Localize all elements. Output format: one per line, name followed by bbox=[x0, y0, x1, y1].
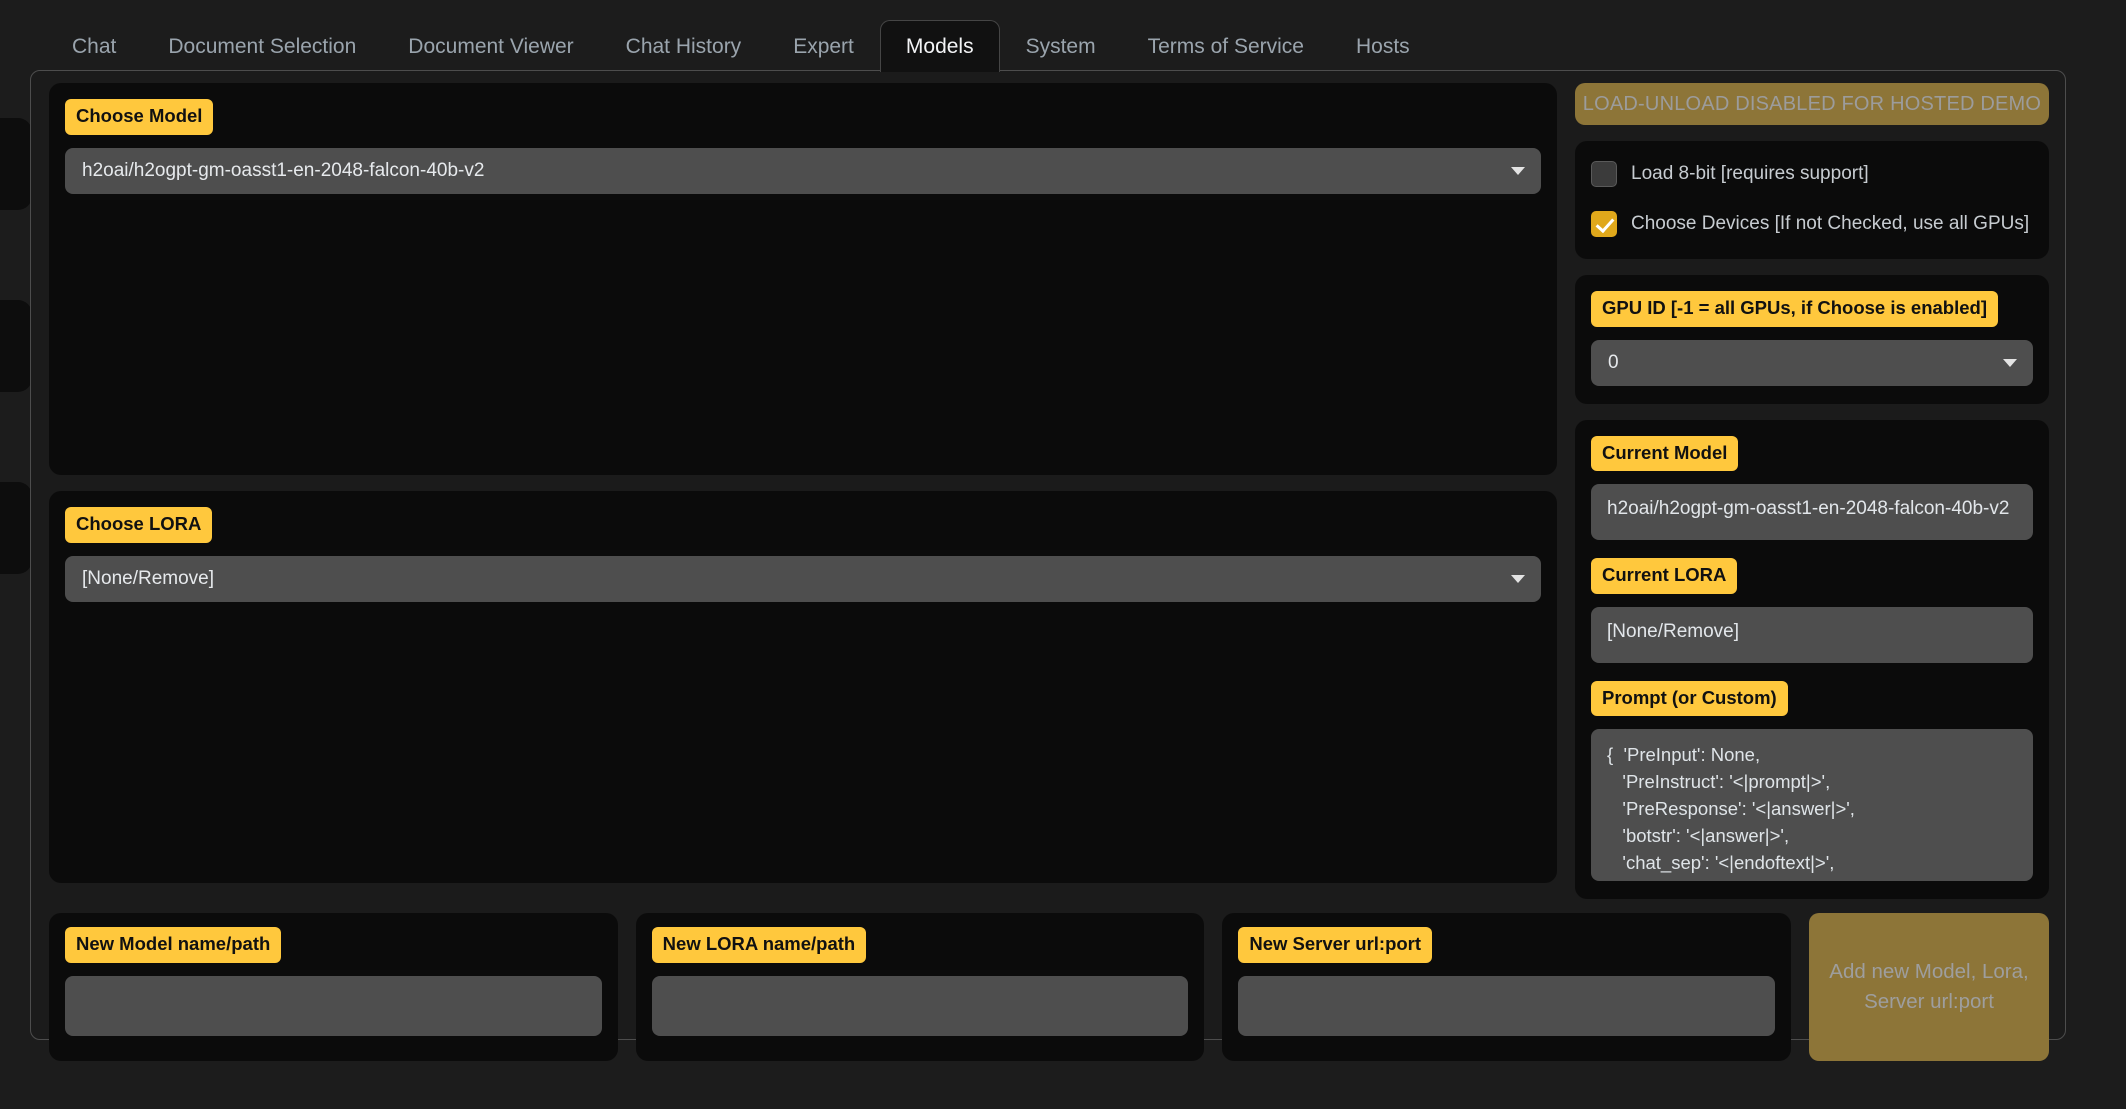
models-right-column: LOAD-UNLOAD DISABLED FOR HOSTED DEMO Loa… bbox=[1575, 83, 2049, 903]
choose-devices-label: Choose Devices [If not Checked, use all … bbox=[1631, 213, 2029, 235]
current-model-value: h2oai/h2ogpt-gm-oasst1-en-2048-falcon-40… bbox=[1591, 484, 2033, 540]
choose-devices-row[interactable]: Choose Devices [If not Checked, use all … bbox=[1591, 205, 2033, 243]
new-model-input[interactable] bbox=[65, 976, 602, 1036]
models-left-column: Choose Model h2oai/h2ogpt-gm-oasst1-en-2… bbox=[49, 83, 1557, 903]
current-lora-value: [None/Remove] bbox=[1591, 607, 2033, 663]
choose-lora-card: Choose LORA [None/Remove] bbox=[49, 491, 1557, 883]
current-state-card: Current Model h2oai/h2ogpt-gm-oasst1-en-… bbox=[1575, 420, 2049, 900]
new-server-card: New Server url:port bbox=[1222, 913, 1791, 1061]
new-lora-card: New LORA name/path bbox=[636, 913, 1205, 1061]
choose-lora-label: Choose LORA bbox=[65, 507, 212, 543]
new-lora-input[interactable] bbox=[652, 976, 1189, 1036]
choose-model-value: h2oai/h2ogpt-gm-oasst1-en-2048-falcon-40… bbox=[82, 160, 484, 182]
tab-document-viewer[interactable]: Document Viewer bbox=[382, 20, 599, 72]
tab-chat[interactable]: Chat bbox=[46, 20, 142, 72]
choose-lora-dropdown[interactable]: [None/Remove] bbox=[65, 556, 1541, 602]
chevron-down-icon bbox=[1511, 167, 1525, 175]
add-new-model-button[interactable]: Add new Model, Lora, Server url:port bbox=[1809, 913, 2049, 1061]
gpu-id-label: GPU ID [-1 = all GPUs, if Choose is enab… bbox=[1591, 291, 1998, 327]
prompt-value: { 'PreInput': None, 'PreInstruct': '<|pr… bbox=[1591, 729, 2033, 881]
load-unload-disabled-banner: LOAD-UNLOAD DISABLED FOR HOSTED DEMO bbox=[1575, 83, 2049, 125]
choose-model-label: Choose Model bbox=[65, 99, 213, 135]
new-model-label: New Model name/path bbox=[65, 927, 281, 963]
choose-model-dropdown[interactable]: h2oai/h2ogpt-gm-oasst1-en-2048-falcon-40… bbox=[65, 148, 1541, 194]
tab-chat-history[interactable]: Chat History bbox=[600, 20, 768, 72]
tab-models[interactable]: Models bbox=[880, 20, 1000, 72]
load-8bit-checkbox[interactable] bbox=[1591, 161, 1617, 187]
current-model-label: Current Model bbox=[1591, 436, 1738, 472]
gpu-id-card: GPU ID [-1 = all GPUs, if Choose is enab… bbox=[1575, 275, 2049, 404]
new-server-label: New Server url:port bbox=[1238, 927, 1432, 963]
chevron-down-icon bbox=[2003, 359, 2017, 367]
tab-terms-of-service[interactable]: Terms of Service bbox=[1122, 20, 1330, 72]
new-lora-label: New LORA name/path bbox=[652, 927, 867, 963]
offscreen-panel-stub-1 bbox=[0, 118, 32, 210]
new-server-input[interactable] bbox=[1238, 976, 1775, 1036]
models-top-row: Choose Model h2oai/h2ogpt-gm-oasst1-en-2… bbox=[49, 83, 2049, 903]
offscreen-panel-stub-3 bbox=[0, 482, 32, 574]
load-options-card: Load 8-bit [requires support] Choose Dev… bbox=[1575, 141, 2049, 259]
models-panel: Choose Model h2oai/h2ogpt-gm-oasst1-en-2… bbox=[30, 70, 2066, 1040]
tab-hosts[interactable]: Hosts bbox=[1330, 20, 1436, 72]
tab-document-selection[interactable]: Document Selection bbox=[142, 20, 382, 72]
tab-bar: Chat Document Selection Document Viewer … bbox=[46, 16, 1436, 72]
choose-devices-checkbox[interactable] bbox=[1591, 211, 1617, 237]
choose-model-card: Choose Model h2oai/h2ogpt-gm-oasst1-en-2… bbox=[49, 83, 1557, 475]
current-lora-label: Current LORA bbox=[1591, 558, 1737, 594]
load-8bit-row[interactable]: Load 8-bit [requires support] bbox=[1591, 155, 2033, 193]
load-8bit-label: Load 8-bit [requires support] bbox=[1631, 163, 1869, 185]
prompt-label: Prompt (or Custom) bbox=[1591, 681, 1788, 717]
chevron-down-icon bbox=[1511, 575, 1525, 583]
tab-expert[interactable]: Expert bbox=[767, 20, 880, 72]
choose-lora-value: [None/Remove] bbox=[82, 568, 214, 590]
gpu-id-dropdown[interactable]: 0 bbox=[1591, 340, 2033, 386]
gpu-id-value: 0 bbox=[1608, 352, 1619, 374]
offscreen-panel-stub-2 bbox=[0, 300, 32, 392]
models-bottom-row: New Model name/path New LORA name/path N… bbox=[49, 913, 2049, 1061]
new-model-card: New Model name/path bbox=[49, 913, 618, 1061]
tab-system[interactable]: System bbox=[1000, 20, 1122, 72]
